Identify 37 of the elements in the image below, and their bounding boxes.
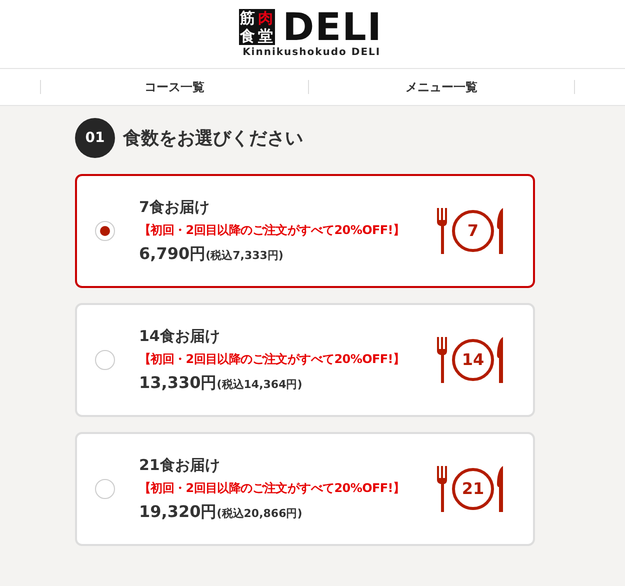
plan-price: 13,330円 [139,372,217,394]
plan-option[interactable]: 14食お届け 【初回・2回目以降のご注文がすべて20%OFF!】 13,330円(税込14,364円) 14 [75,303,535,417]
plate-count: 21 [452,468,494,510]
promo-text: 【初回・2回目以降のご注文がすべて20%OFF!】 [139,222,405,240]
logo-tagline: Kinnikushokudo DELI [242,46,382,60]
fork-icon [437,208,449,254]
tax-included-price: (税込20,866円) [216,506,302,522]
fork-icon [437,466,449,512]
radio-button[interactable] [95,479,115,499]
plate-count: 7 [452,210,494,252]
tax-included-price: (税込7,333円) [206,248,284,264]
step-title: 食数をお選びください [123,126,303,150]
knife-icon [497,208,505,254]
plan-price: 19,320円 [139,501,217,524]
nav-link[interactable]: メニュー一覧 [406,78,478,96]
plan-title: 7食お届け [139,196,210,218]
plate-count: 14 [452,339,494,381]
promo-text: 【初回・2回目以降のご注文がすべて20%OFF!】 [139,480,405,498]
plan-option[interactable]: 7食お届け 【初回・2回目以降のご注文がすべて20%OFF!】 6,790円(税込7,333円) 7 [75,174,535,288]
plan-option[interactable]: 21食お届け 【初回・2回目以降のご注文がすべて20%OFF!】 19,320円(税込20,866円) 21 [75,432,535,546]
plan-title: 21食お届け [139,454,221,476]
logo-character: 肉 [257,8,274,26]
step-number: 01 [75,118,115,158]
logo-character: 筋 [239,8,256,26]
promo-text: 【初回・2回目以降のご注文がすべて20%OFF!】 [139,351,405,368]
plan-price: 6,790円 [139,243,206,266]
radio-button[interactable] [95,221,115,241]
fork-icon [437,337,449,383]
nav-link[interactable]: コース一覧 [144,78,204,96]
knife-icon [497,466,505,512]
logo-character: 堂 [257,26,274,44]
logo-wordmark: DELI [282,8,382,44]
radio-button[interactable] [95,350,115,370]
tax-included-price: (税込14,364円) [216,377,302,394]
knife-icon [497,337,505,383]
plan-title: 14食お届け [139,326,221,347]
logo-character: 食 [238,26,256,44]
